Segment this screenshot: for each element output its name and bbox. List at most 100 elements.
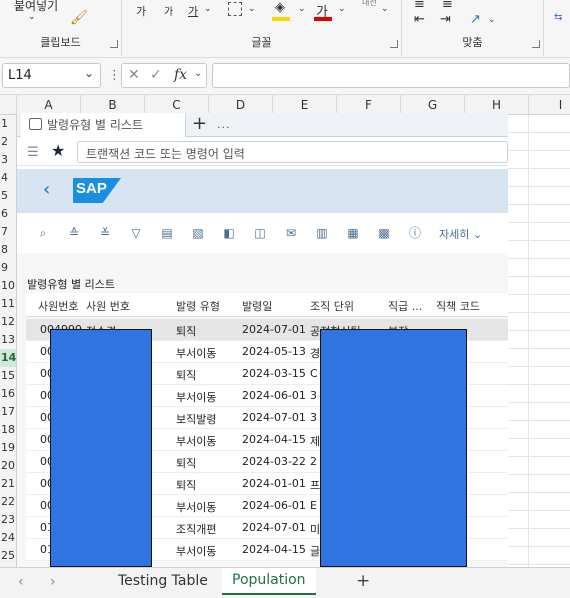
column-employee-name[interactable]: 사원 번호: [86, 298, 130, 314]
back-icon[interactable]: ‹: [43, 179, 50, 200]
insert-function-button[interactable]: fx: [174, 67, 187, 83]
formula-input[interactable]: [212, 63, 570, 88]
row-header[interactable]: 21: [0, 475, 16, 493]
row-header[interactable]: 18: [0, 421, 16, 439]
column-header[interactable]: E: [273, 95, 337, 115]
sheet-tab-testing-table[interactable]: Testing Table: [118, 573, 208, 589]
row-header[interactable]: 23: [0, 511, 16, 529]
filter-icon[interactable]: ▽: [128, 225, 144, 241]
more-button[interactable]: 자세히 ⌄: [439, 226, 482, 242]
column-header[interactable]: C: [145, 95, 209, 115]
column-header[interactable]: B: [81, 95, 145, 115]
fill-dropdown-icon[interactable]: ⌄: [298, 4, 306, 14]
row-header[interactable]: 2: [0, 133, 16, 151]
select-all-corner[interactable]: [0, 95, 17, 115]
increase-font-button[interactable]: 가: [136, 3, 146, 19]
row-header[interactable]: 17: [0, 403, 16, 421]
more-options-icon[interactable]: ⋮: [108, 68, 121, 83]
column-action-date[interactable]: 발령일: [242, 298, 272, 314]
underline-dropdown-icon[interactable]: ⌄: [204, 4, 212, 14]
orientation-icon[interactable]: ↗: [470, 12, 481, 27]
row-header[interactable]: 3: [0, 151, 16, 169]
row-header[interactable]: 7: [0, 223, 16, 241]
sort-descending-icon[interactable]: ≚: [97, 225, 113, 241]
column-header[interactable]: I: [529, 95, 570, 115]
row-header[interactable]: 19: [0, 439, 16, 457]
total-icon[interactable]: ▤: [159, 225, 175, 241]
column-header[interactable]: A: [17, 95, 81, 115]
border-dropdown-icon[interactable]: ⌄: [248, 4, 256, 14]
row-header[interactable]: 12: [0, 313, 16, 331]
align-left-icon[interactable]: ≡: [442, 0, 453, 12]
prev-sheet-icon[interactable]: ‹: [18, 574, 24, 590]
next-sheet-icon[interactable]: ›: [50, 574, 56, 590]
orientation-dropdown-icon[interactable]: ⌄: [488, 15, 496, 25]
column-action-type[interactable]: 발령 유형: [176, 298, 220, 314]
row-header[interactable]: 10: [0, 277, 16, 295]
row-header-selected[interactable]: 14: [0, 349, 16, 367]
name-box[interactable]: L14 ⌄: [2, 63, 101, 88]
clipboard-launcher-icon[interactable]: [110, 40, 118, 48]
tab-more-button[interactable]: ...: [217, 118, 231, 131]
column-position-code[interactable]: 직책 코드: [436, 298, 480, 314]
align-bottom-icon[interactable]: ≡: [414, 0, 425, 12]
row-header[interactable]: 4: [0, 169, 16, 187]
name-box-dropdown-icon[interactable]: ⌄: [84, 66, 94, 80]
zoom-icon[interactable]: ⌕: [35, 225, 51, 241]
sort-ascending-icon[interactable]: ≙: [66, 225, 82, 241]
border-icon[interactable]: [228, 2, 242, 16]
number-format-icon[interactable]: ⇆: [554, 12, 562, 23]
function-dropdown-icon[interactable]: ⌄: [194, 68, 202, 79]
row-header[interactable]: 9: [0, 259, 16, 277]
increase-indent-icon[interactable]: ⇥: [440, 12, 451, 27]
alignment-launcher-icon[interactable]: [532, 40, 540, 48]
phonetic-dropdown-icon[interactable]: ⌄: [381, 4, 389, 14]
add-sheet-icon[interactable]: +: [356, 571, 370, 591]
enter-icon[interactable]: ✓: [150, 67, 162, 83]
row-header[interactable]: 22: [0, 493, 16, 511]
row-header[interactable]: 15: [0, 367, 16, 385]
column-header[interactable]: H: [465, 95, 529, 115]
change-layout-icon[interactable]: ▦: [345, 225, 361, 241]
font-color-dropdown-icon[interactable]: ⌄: [338, 4, 346, 14]
format-painter-icon[interactable]: 🖌: [70, 10, 88, 26]
column-header[interactable]: F: [337, 95, 401, 115]
subtotal-icon[interactable]: ▧: [190, 225, 206, 241]
new-tab-icon[interactable]: +: [192, 113, 207, 134]
font-launcher-icon[interactable]: [390, 40, 398, 48]
export-icon[interactable]: ◫: [252, 225, 268, 241]
save-layout-icon[interactable]: ▩: [376, 225, 392, 241]
decrease-font-button[interactable]: 가: [164, 3, 173, 18]
print-preview-icon[interactable]: ◧: [221, 225, 237, 241]
favorites-star-icon[interactable]: ★: [51, 141, 71, 163]
column-grade[interactable]: 직급 ...: [388, 298, 422, 314]
menu-icon[interactable]: ☰: [27, 145, 41, 160]
paste-button[interactable]: 붙여넣기: [14, 0, 58, 14]
command-field[interactable]: 트랜잭션 코드 또는 명령어 입력: [77, 141, 508, 163]
column-header[interactable]: D: [209, 95, 273, 115]
sap-tab[interactable]: 발령유형 별 리스트: [21, 113, 186, 137]
column-header[interactable]: G: [401, 95, 465, 115]
column-org-unit[interactable]: 조직 단위: [310, 298, 354, 314]
fill-color-icon[interactable]: ◈: [275, 0, 285, 15]
column-employee-id[interactable]: 사원번호: [38, 298, 78, 314]
underline-button[interactable]: 가: [188, 3, 198, 19]
row-header[interactable]: 13: [0, 331, 16, 349]
cancel-icon[interactable]: ✕: [128, 67, 140, 83]
paste-dropdown-icon[interactable]: ⌄: [28, 12, 36, 22]
layout-icon[interactable]: ▥: [314, 225, 330, 241]
row-header[interactable]: 24: [0, 529, 16, 547]
sheet-tab-population[interactable]: Population: [222, 568, 316, 595]
row-header[interactable]: 11: [0, 295, 16, 313]
row-header[interactable]: 1: [0, 115, 16, 133]
row-header[interactable]: 20: [0, 457, 16, 475]
row-header[interactable]: 25: [0, 547, 16, 565]
decrease-indent-icon[interactable]: ⇤: [414, 12, 425, 27]
row-header[interactable]: 8: [0, 241, 16, 259]
row-header[interactable]: 16: [0, 385, 16, 403]
phonetic-button[interactable]: 내선: [362, 0, 377, 8]
row-header[interactable]: 6: [0, 205, 16, 223]
mail-icon[interactable]: ✉: [283, 225, 299, 241]
info-icon[interactable]: ⓘ: [407, 225, 423, 241]
row-header[interactable]: 5: [0, 187, 16, 205]
